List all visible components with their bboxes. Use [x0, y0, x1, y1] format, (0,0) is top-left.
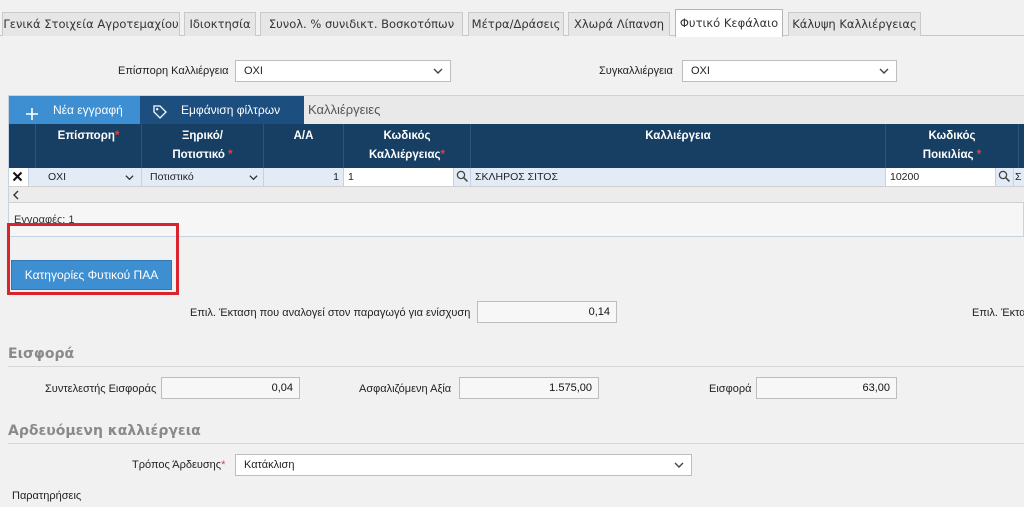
- paratiriseis-label: Παρατηρήσεις: [12, 490, 82, 502]
- col-header-kodikos-kalliergeias[interactable]: Κωδικός Καλλιέργειας*: [344, 124, 471, 168]
- cell-kodikos-poikilias[interactable]: 10200: [886, 168, 996, 186]
- grid-header: Επίσπορη* Ξηρικό/ Ποτιστικό * Α/Α Κωδικό…: [9, 124, 1024, 168]
- chevron-down-icon: [432, 65, 444, 77]
- delete-row-button[interactable]: [9, 168, 29, 186]
- section-divider: [8, 443, 1024, 444]
- col-header-text: Κωδικός: [383, 130, 431, 142]
- horizontal-scrollbar[interactable]: [9, 186, 1024, 203]
- col-header-text: Κωδικός: [928, 130, 976, 142]
- chevron-down-icon: [673, 459, 685, 471]
- cell-overflow: Σ: [1015, 171, 1022, 183]
- asfalizomeni-label: Ασφαλιζόμενη Αξία: [359, 383, 452, 395]
- col-header-episporh[interactable]: Επίσπορη*: [36, 124, 142, 168]
- section-divider: [8, 366, 1024, 367]
- cell-xhriko[interactable]: Ποτιστικό: [142, 168, 264, 186]
- chevron-down-icon: [124, 171, 135, 186]
- header-spacer: [9, 124, 36, 168]
- tropos-value: Κατάκλιση: [244, 459, 295, 471]
- plus-icon: [25, 103, 39, 120]
- col-header-kodikos-poikilias[interactable]: Κωδικός Ποικιλίας *: [886, 124, 1019, 168]
- tropos-label: Τρόπος Άρδευσης*: [132, 459, 226, 471]
- chevron-down-icon: [878, 65, 890, 77]
- tab-plant-capital[interactable]: Φυτικό Κεφάλαιο: [675, 9, 783, 37]
- tab-general-info[interactable]: Γενικά Στοιχεία Αγροτεμαχίου: [2, 12, 180, 36]
- col-header-text: Ξηρικό/: [182, 130, 223, 142]
- search-button[interactable]: [996, 168, 1014, 186]
- show-filters-button[interactable]: Εμφάνιση φίλτρων: [140, 96, 304, 124]
- asfalizomeni-input[interactable]: 1.575,00: [459, 377, 599, 399]
- chevron-down-icon: [248, 171, 259, 186]
- tab-measures[interactable]: Μέτρα/Δράσεις: [468, 12, 564, 36]
- episporh-label: Επίσπορη Καλλιέργεια: [118, 65, 229, 77]
- ardeusi-section-title: Αρδευόμενη καλλιέργεια: [8, 423, 201, 439]
- sygkalliergeia-value: ΟΧΙ: [691, 65, 710, 77]
- tropos-select[interactable]: Κατάκλιση: [235, 454, 692, 476]
- tab-pastures[interactable]: Συνολ. % συνιδικτ. Βοσκοτόπων: [260, 12, 463, 36]
- epil-label: Επιλ. Έκταση που αναλογεί στον παραγωγό …: [190, 307, 471, 319]
- cell-value: Ποτιστικό: [150, 171, 194, 183]
- col-header-text: Καλλιέργειας: [369, 149, 441, 161]
- col-header-text: Επίσπορη: [57, 130, 115, 142]
- col-header-text: Ποικιλίας: [922, 149, 974, 161]
- cell-kodikos-kalliergeias[interactable]: 1: [344, 168, 454, 186]
- episporh-select[interactable]: ΟΧΙ: [235, 60, 451, 82]
- search-icon: [456, 170, 469, 186]
- plant-categories-button[interactable]: Κατηγορίες Φυτικού ΠΑΑ: [11, 260, 172, 290]
- cell-kalliergeia: ΣΚΛΗΡΟΣ ΣΙΤΟΣ: [471, 168, 886, 186]
- epil-label-right: Επιλ. Έκτα: [972, 307, 1024, 319]
- grid-title: Καλλιέργειες: [308, 102, 381, 117]
- syntelestis-label: Συντελεστής Εισφοράς: [45, 383, 157, 395]
- col-header-text: Α/Α: [293, 130, 314, 142]
- grid-toolbar: Νέα εγγραφή Εμφάνιση φίλτρων Καλλιέργειε…: [9, 96, 1024, 124]
- eisfora-input[interactable]: 63,00: [756, 377, 897, 399]
- tab-bar: Γενικά Στοιχεία Αγροτεμαχίου Ιδιοκτησία …: [0, 0, 1024, 37]
- sygkalliergeia-label: Συγκαλλιέργεια: [599, 65, 673, 77]
- cell-value: ΟΧΙ: [48, 171, 67, 183]
- col-header-text: Ποτιστικό: [172, 149, 225, 161]
- table-row[interactable]: ΟΧΙ Ποτιστικό 1 1 ΣΚΛΗΡΟΣ ΣΙΤΟΣ 10200 Σ: [9, 168, 1024, 186]
- syntelestis-input[interactable]: 0,04: [161, 377, 300, 399]
- tab-ownership[interactable]: Ιδιοκτησία: [184, 12, 256, 36]
- cell-aa[interactable]: 1: [264, 168, 344, 186]
- search-button[interactable]: [454, 168, 471, 186]
- epil-input[interactable]: 0,14: [477, 301, 617, 323]
- chevron-left-icon[interactable]: [12, 190, 21, 203]
- eisfora-label: Εισφορά: [709, 383, 752, 395]
- new-record-button[interactable]: Νέα εγγραφή: [9, 96, 140, 124]
- episporh-value: ΟΧΙ: [244, 65, 263, 77]
- col-header-aa[interactable]: Α/Α: [264, 124, 344, 168]
- search-icon: [998, 170, 1011, 186]
- show-filters-label: Εμφάνιση φίλτρων: [181, 103, 281, 117]
- cell-episporh[interactable]: ΟΧΙ: [36, 168, 142, 186]
- col-header-xhriko[interactable]: Ξηρικό/ Ποτιστικό *: [142, 124, 264, 168]
- new-record-label: Νέα εγγραφή: [53, 103, 123, 117]
- col-header-kalliergeia[interactable]: Καλλιέργεια: [471, 124, 886, 168]
- eisfora-section-title: Εισφορά: [8, 346, 75, 362]
- close-icon: [12, 171, 23, 185]
- tab-green-fertilization[interactable]: Χλωρά Λίπανση: [568, 12, 670, 36]
- tag-icon: [152, 102, 168, 119]
- sygkalliergeia-select[interactable]: ΟΧΙ: [682, 60, 897, 82]
- col-header-text: Καλλιέργεια: [645, 130, 711, 142]
- tab-crop-coverage[interactable]: Κάλυψη Καλλιέργειας: [788, 12, 921, 36]
